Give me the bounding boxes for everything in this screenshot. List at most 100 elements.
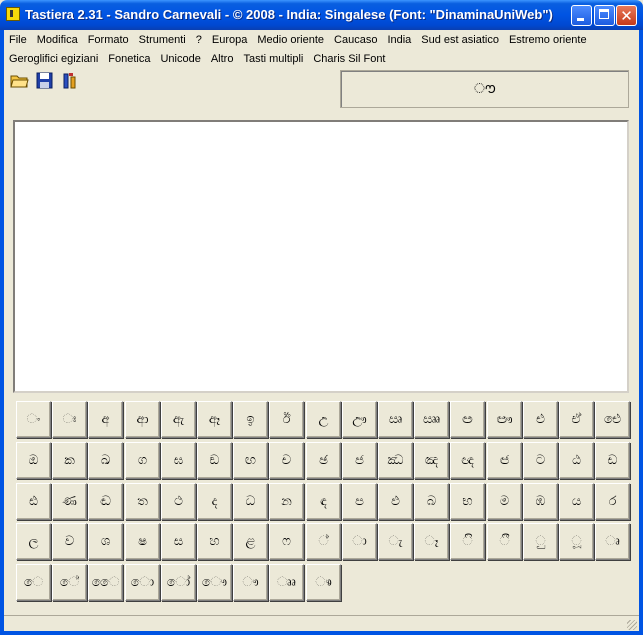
key-button[interactable]: ය <box>559 483 594 520</box>
key-button[interactable]: ඥ <box>450 442 485 479</box>
key-button[interactable]: න <box>269 483 304 520</box>
app-icon[interactable] <box>6 7 20 21</box>
key-button[interactable]: ු <box>523 523 558 560</box>
key-button[interactable]: ඏ <box>450 401 485 438</box>
menu-item[interactable]: Europa <box>207 34 252 46</box>
minimize-button[interactable] <box>571 5 592 26</box>
key-button[interactable]: ඉ <box>233 401 268 438</box>
key-button[interactable]: උ <box>306 401 341 438</box>
key-button[interactable]: ෆ <box>269 523 304 560</box>
key-button[interactable]: ැ <box>378 523 413 560</box>
key-button[interactable]: ඊ <box>269 401 304 438</box>
key-button[interactable]: ඹ <box>523 483 558 520</box>
menu-item[interactable]: Sud est asiatico <box>416 34 504 46</box>
key-button[interactable]: ් <box>306 523 341 560</box>
key-button[interactable]: ඵ <box>378 483 413 520</box>
key-button[interactable]: අ <box>88 401 123 438</box>
key-button[interactable]: ඎ <box>414 401 449 438</box>
resize-grip[interactable] <box>627 620 637 630</box>
key-button[interactable]: ශ <box>88 523 123 560</box>
key-button[interactable]: ෑ <box>414 523 449 560</box>
key-button[interactable]: ො <box>125 564 160 601</box>
open-button[interactable] <box>8 69 31 92</box>
key-button[interactable]: ච <box>269 442 304 479</box>
key-button[interactable]: ස <box>161 523 196 560</box>
key-button[interactable]: ක <box>52 442 87 479</box>
save-button[interactable] <box>33 69 56 92</box>
menu-item[interactable]: Tasti multipli <box>238 53 308 65</box>
maximize-button[interactable] <box>594 5 615 26</box>
key-button[interactable]: ා <box>342 523 377 560</box>
key-button[interactable]: ේ <box>52 564 87 601</box>
key-button[interactable]: ං <box>16 401 51 438</box>
key-button[interactable]: ල <box>16 523 51 560</box>
menu-item[interactable]: Formato <box>83 34 134 46</box>
close-button[interactable]: ✕ <box>616 5 637 26</box>
key-button[interactable]: ෳ <box>306 564 341 601</box>
key-button[interactable]: ෞ <box>197 564 232 601</box>
key-button[interactable]: ෟ <box>233 564 268 601</box>
menu-item[interactable]: Medio oriente <box>252 34 329 46</box>
key-button[interactable]: ි <box>450 523 485 560</box>
key-button[interactable]: ෙ <box>16 564 51 601</box>
key-button[interactable]: ඓ <box>595 401 630 438</box>
key-button[interactable]: ථ <box>161 483 196 520</box>
key-button[interactable]: ඇ <box>161 401 196 438</box>
menu-item[interactable]: India <box>382 34 416 46</box>
menu-item[interactable]: Altro <box>206 53 239 65</box>
key-button[interactable]: ඟ <box>233 442 268 479</box>
key-button[interactable]: ආ <box>125 401 160 438</box>
key-button[interactable]: ඩ <box>595 442 630 479</box>
key-button[interactable]: ම <box>487 483 522 520</box>
menu-item[interactable]: ? <box>191 34 207 46</box>
key-button[interactable]: ඃ <box>52 401 87 438</box>
key-button[interactable]: ඣ <box>378 442 413 479</box>
tool-button[interactable] <box>58 69 81 92</box>
menu-item[interactable]: Unicode <box>155 53 205 65</box>
key-button[interactable]: එ <box>523 401 558 438</box>
key-button[interactable]: ළ <box>233 523 268 560</box>
menu-item[interactable]: Fonetica <box>103 53 155 65</box>
key-button[interactable]: ඳ <box>306 483 341 520</box>
menu-item[interactable]: File <box>4 34 32 46</box>
menu-item[interactable]: Modifica <box>32 34 83 46</box>
key-button[interactable]: ූ <box>559 523 594 560</box>
key-button[interactable]: හ <box>197 523 232 560</box>
key-button[interactable]: ර <box>595 483 630 520</box>
key-button[interactable]: ෝ <box>161 564 196 601</box>
key-button[interactable]: ට <box>523 442 558 479</box>
key-button[interactable]: ප <box>342 483 377 520</box>
text-editor[interactable] <box>13 120 629 393</box>
key-button[interactable]: ධ <box>233 483 268 520</box>
key-button[interactable]: ඛ <box>88 442 123 479</box>
key-button[interactable]: භ <box>450 483 485 520</box>
key-button[interactable]: ෲ <box>269 564 304 601</box>
key-button[interactable]: බ <box>414 483 449 520</box>
key-button[interactable]: ඐ <box>487 401 522 438</box>
key-button[interactable]: ඍ <box>378 401 413 438</box>
key-button[interactable]: ඦ <box>487 442 522 479</box>
key-button[interactable]: ත <box>125 483 160 520</box>
key-button[interactable]: ඡ <box>306 442 341 479</box>
menu-item[interactable]: Strumenti <box>134 34 191 46</box>
menu-item[interactable]: Caucaso <box>329 34 382 46</box>
key-button[interactable]: ී <box>487 523 522 560</box>
key-button[interactable]: ව <box>52 523 87 560</box>
key-button[interactable]: ෘ <box>595 523 630 560</box>
key-button[interactable]: ද <box>197 483 232 520</box>
key-button[interactable]: ඌ <box>342 401 377 438</box>
key-button[interactable]: ඝ <box>161 442 196 479</box>
key-button[interactable]: ජ <box>342 442 377 479</box>
key-button[interactable]: ඤ <box>414 442 449 479</box>
key-button[interactable]: ඔ <box>16 442 51 479</box>
menu-item[interactable]: Estremo oriente <box>504 34 592 46</box>
title-bar[interactable]: Tastiera 2.31 - Sandro Carnevali - © 200… <box>0 0 643 30</box>
key-button[interactable]: ඈ <box>197 401 232 438</box>
key-button[interactable]: ෛ <box>88 564 123 601</box>
key-button[interactable]: ඪ <box>16 483 51 520</box>
key-button[interactable]: ඬ <box>88 483 123 520</box>
key-button[interactable]: ණ <box>52 483 87 520</box>
key-button[interactable]: ෂ <box>125 523 160 560</box>
menu-item[interactable]: Charis Sil Font <box>308 53 390 65</box>
key-button[interactable]: ඒ <box>559 401 594 438</box>
